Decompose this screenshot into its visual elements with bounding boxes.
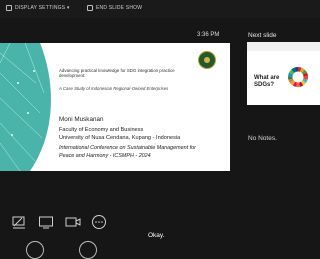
slide-title: Advancing practical knowledge for SDG in… bbox=[59, 68, 175, 79]
previous-slide-button[interactable] bbox=[26, 241, 44, 259]
next-slide-title: What are SDGs? bbox=[254, 75, 280, 88]
end-slide-show-label: END SLIDE SHOW bbox=[96, 5, 143, 11]
camera-icon[interactable] bbox=[65, 214, 81, 230]
screen-icon[interactable] bbox=[38, 214, 54, 230]
speaker-notes: No Notes. bbox=[248, 135, 277, 142]
end-slide-show-button[interactable]: END SLIDE SHOW bbox=[87, 5, 142, 11]
display-icon bbox=[6, 5, 12, 11]
slide-conference: International Conference on Sustainable … bbox=[59, 145, 196, 159]
next-slide-label: Next slide bbox=[248, 32, 277, 39]
more-icon[interactable] bbox=[91, 214, 107, 230]
slide-affiliation-faculty: Faculty of Economy and Business bbox=[59, 127, 144, 133]
next-slide-button[interactable] bbox=[79, 241, 97, 259]
end-show-icon bbox=[87, 5, 93, 11]
next-slide-band bbox=[247, 42, 320, 51]
slide-author: Moni Muskanan bbox=[59, 116, 104, 123]
slide-subtitle: A Case Study of Indonesian Regional-Owne… bbox=[59, 86, 169, 91]
clock: 3:36 PM bbox=[197, 32, 220, 38]
display-settings-label: DISPLAY SETTINGS ▾ bbox=[15, 5, 70, 11]
slide-decoration bbox=[0, 43, 51, 171]
university-emblem bbox=[198, 51, 216, 69]
sdg-logo bbox=[287, 67, 309, 88]
pen-icon[interactable] bbox=[11, 214, 27, 230]
slide-affiliation-university: University of Nusa Cendana, Kupang - Ind… bbox=[59, 135, 181, 141]
current-slide[interactable]: Advancing practical knowledge for SDG in… bbox=[0, 43, 230, 171]
slide-affiliation: Faculty of Economy and Business Universi… bbox=[59, 126, 180, 142]
presenter-toolbar: DISPLAY SETTINGS ▾ END SLIDE SHOW bbox=[0, 0, 320, 18]
next-slide-thumbnail[interactable]: What are SDGs? bbox=[247, 42, 320, 105]
toast-message: Okay. bbox=[148, 232, 165, 239]
sdg-logo-center bbox=[292, 71, 304, 83]
display-settings-button[interactable]: DISPLAY SETTINGS ▾ bbox=[6, 5, 70, 11]
